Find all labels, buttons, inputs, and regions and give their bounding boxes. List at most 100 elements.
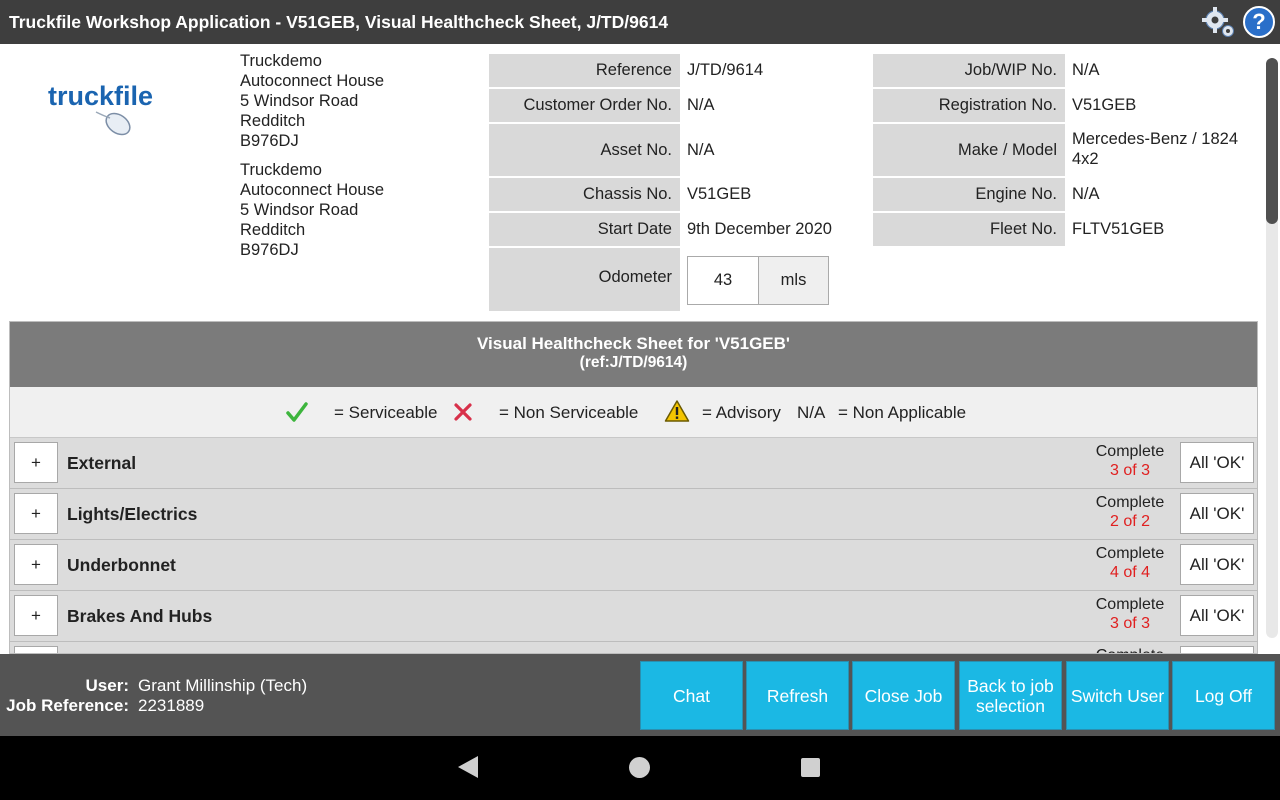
job-reference-value: 2231889 bbox=[138, 696, 205, 715]
address-line: Redditch bbox=[240, 221, 306, 239]
window-title: Truckfile Workshop Application - V51GEB,… bbox=[9, 12, 669, 32]
chassis-no-value: V51GEB bbox=[687, 185, 752, 203]
healthcheck-title: Visual Healthcheck Sheet for 'V51GEB' bbox=[477, 334, 790, 353]
expand-button[interactable]: + bbox=[14, 442, 58, 483]
check-icon bbox=[286, 402, 308, 422]
all-ok-button[interactable]: All 'OK' bbox=[1180, 595, 1254, 636]
start-date-label: Start Date bbox=[489, 213, 680, 246]
address-line: Autoconnect House bbox=[240, 181, 385, 199]
close-job-button[interactable]: Close Job bbox=[852, 661, 955, 730]
complete-count: 3 of 3 bbox=[1109, 615, 1151, 632]
recent-apps-icon[interactable] bbox=[801, 758, 820, 777]
section-name: Underbonnet bbox=[67, 554, 176, 575]
all-ok-button[interactable] bbox=[1180, 646, 1254, 653]
truckfile-logo: truckfile bbox=[48, 81, 153, 136]
cross-icon bbox=[454, 403, 472, 421]
healthcheck-subtitle: (ref:J/TD/9614) bbox=[579, 354, 688, 371]
expand-button[interactable]: + bbox=[14, 646, 58, 653]
odometer-unit: mls bbox=[758, 256, 829, 305]
warning-icon bbox=[664, 400, 690, 422]
legend-na-code: N/A bbox=[797, 402, 826, 422]
customer-order-label: Customer Order No. bbox=[489, 89, 680, 122]
user-label: User: bbox=[85, 676, 129, 695]
completion-status: Complete 4 of 4 bbox=[1080, 544, 1180, 582]
make-model-label: Make / Model bbox=[873, 124, 1065, 176]
complete-label: Complete bbox=[1095, 596, 1165, 613]
address-line: 5 Windsor Road bbox=[240, 201, 359, 219]
reference-label: Reference bbox=[489, 54, 680, 87]
legend-non-serviceable: = Non Serviceable bbox=[499, 402, 639, 422]
section-row-lights-electrics: + Lights/Electrics Complete 2 of 2 All '… bbox=[10, 489, 1257, 540]
engine-no-value: N/A bbox=[1072, 185, 1100, 203]
reference-value: J/TD/9614 bbox=[687, 61, 764, 79]
status-legend: = Serviceable = Non Serviceable = Adviso… bbox=[10, 387, 1257, 438]
complete-count: 2 of 2 bbox=[1109, 513, 1151, 530]
refresh-button[interactable]: Refresh bbox=[746, 661, 849, 730]
scrollbar-thumb[interactable] bbox=[1266, 58, 1278, 224]
complete-label: Complete bbox=[1080, 646, 1180, 653]
healthcheck-panel: Visual Healthcheck Sheet for 'V51GEB' (r… bbox=[9, 321, 1258, 654]
address-block-1: Truckdemo Autoconnect House 5 Windsor Ro… bbox=[240, 51, 384, 151]
address-line: B976DJ bbox=[240, 132, 299, 150]
gear-icon[interactable] bbox=[1202, 5, 1236, 39]
address-line: B976DJ bbox=[240, 241, 299, 259]
odometer-input[interactable]: 43 bbox=[687, 256, 759, 305]
all-ok-button[interactable]: All 'OK' bbox=[1180, 442, 1254, 483]
completion-status: Complete 3 of 3 bbox=[1080, 442, 1180, 480]
chassis-no-label: Chassis No. bbox=[489, 178, 680, 211]
engine-no-label: Engine No. bbox=[873, 178, 1065, 211]
registration-label: Registration No. bbox=[873, 89, 1065, 122]
complete-count: 3 of 3 bbox=[1109, 462, 1151, 479]
switch-user-button[interactable]: Switch User bbox=[1066, 661, 1169, 730]
odometer-label: Odometer bbox=[489, 248, 680, 311]
address-line: 5 Windsor Road bbox=[240, 92, 359, 110]
chat-button[interactable]: Chat bbox=[640, 661, 743, 730]
mouse-icon bbox=[95, 111, 131, 136]
make-model-value: Mercedes-Benz / 1824 4x2 bbox=[1072, 130, 1239, 168]
section-name: External bbox=[67, 452, 137, 473]
section-name: Brakes And Hubs bbox=[67, 605, 213, 626]
footer-bar: User: Grant Millinship (Tech) Job Refere… bbox=[0, 654, 1280, 736]
asset-no-value: N/A bbox=[687, 140, 715, 159]
all-ok-button[interactable]: All 'OK' bbox=[1180, 493, 1254, 534]
legend-non-applicable: = Non Applicable bbox=[838, 402, 967, 422]
all-ok-button[interactable]: All 'OK' bbox=[1180, 544, 1254, 585]
legend-advisory: = Advisory bbox=[702, 402, 781, 422]
asset-no-label: Asset No. bbox=[489, 124, 680, 176]
logo-text: truckfile bbox=[48, 81, 153, 111]
section-row-partial: + Complete bbox=[10, 642, 1257, 653]
complete-label: Complete bbox=[1095, 494, 1165, 511]
complete-label: Complete bbox=[1095, 545, 1165, 562]
customer-order-value: N/A bbox=[687, 96, 715, 114]
complete-count: 4 of 4 bbox=[1109, 564, 1151, 581]
expand-button[interactable]: + bbox=[14, 595, 58, 636]
address-line: Truckdemo bbox=[240, 52, 322, 70]
completion-status: Complete 2 of 2 bbox=[1080, 493, 1180, 531]
user-value: Grant Millinship (Tech) bbox=[138, 676, 308, 695]
address-line: Truckdemo bbox=[240, 161, 322, 179]
registration-value: V51GEB bbox=[1072, 96, 1137, 114]
section-row-underbonnet: + Underbonnet Complete 4 of 4 All 'OK' bbox=[10, 540, 1257, 591]
android-nav-bar bbox=[0, 736, 1280, 800]
back-icon[interactable] bbox=[458, 756, 478, 778]
title-bar: Truckfile Workshop Application - V51GEB,… bbox=[0, 0, 1280, 44]
address-block-2: Truckdemo Autoconnect House 5 Windsor Ro… bbox=[240, 160, 384, 260]
expand-button[interactable]: + bbox=[14, 544, 58, 585]
section-row-external: + External Complete 3 of 3 All 'OK' bbox=[10, 438, 1257, 489]
address-line: Redditch bbox=[240, 112, 306, 130]
help-icon[interactable]: ? bbox=[1243, 6, 1275, 38]
job-wip-label: Job/WIP No. bbox=[873, 54, 1065, 87]
back-to-job-selection-button[interactable]: Back to job selection bbox=[959, 661, 1062, 730]
fleet-no-value: FLTV51GEB bbox=[1072, 220, 1165, 238]
home-icon[interactable] bbox=[629, 757, 650, 778]
complete-label: Complete bbox=[1095, 443, 1165, 460]
fleet-no-label: Fleet No. bbox=[873, 213, 1065, 246]
completion-status: Complete 3 of 3 bbox=[1080, 595, 1180, 633]
section-name: Lights/Electrics bbox=[67, 503, 198, 524]
healthcheck-header: Visual Healthcheck Sheet for 'V51GEB' (r… bbox=[10, 322, 1257, 387]
log-off-button[interactable]: Log Off bbox=[1172, 661, 1275, 730]
expand-button[interactable]: + bbox=[14, 493, 58, 534]
job-reference-label: Job Reference: bbox=[6, 696, 129, 715]
address-line: Autoconnect House bbox=[240, 72, 385, 90]
start-date-value: 9th December 2020 bbox=[687, 220, 832, 238]
